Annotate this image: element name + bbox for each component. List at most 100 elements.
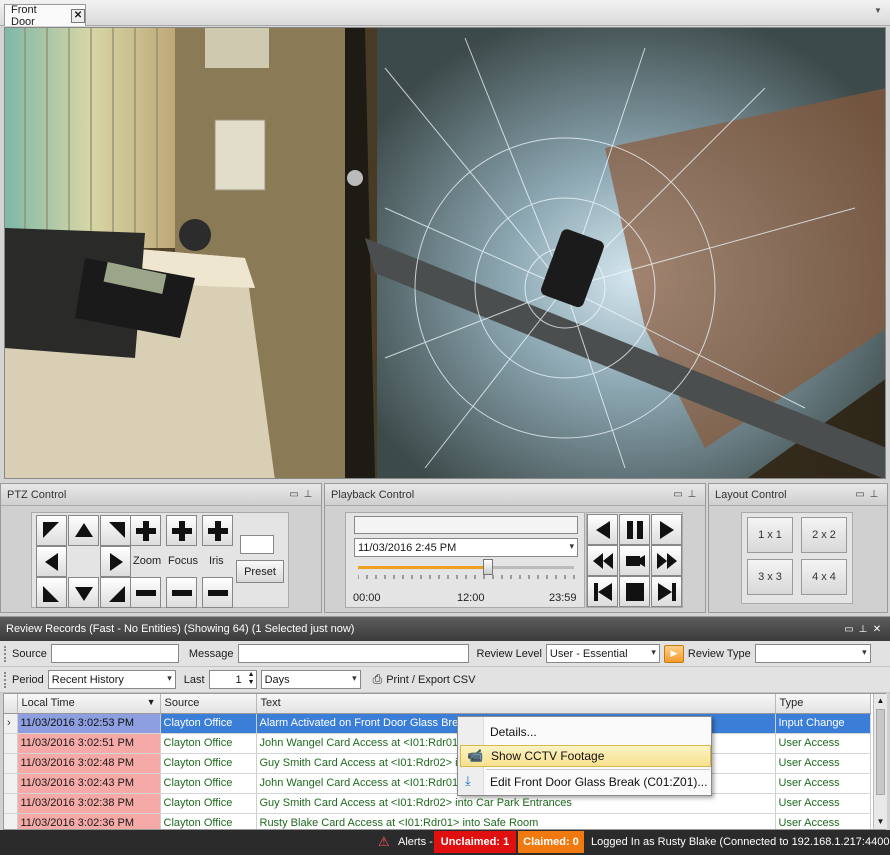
playback-datetime-picker[interactable]: 11/03/2016 2:45 PM xyxy=(354,538,578,557)
review-level-select[interactable]: User - Essential xyxy=(545,644,660,663)
pin-icon[interactable]: ⊥ xyxy=(301,489,315,500)
step-back-button[interactable] xyxy=(587,514,618,545)
iris-close-button[interactable] xyxy=(202,577,233,608)
period-unit-select[interactable]: Days xyxy=(260,670,361,689)
filter-dropdown-icon[interactable]: ▼ xyxy=(147,697,156,707)
maximize-icon[interactable]: ▭ xyxy=(853,489,867,500)
source-label: Source xyxy=(12,647,47,660)
filter-row-1: Source Message Review Level User - Essen… xyxy=(0,641,890,667)
zoom-out-button[interactable] xyxy=(130,577,161,608)
chevron-down-icon[interactable]: ▼ xyxy=(874,6,884,16)
arrow-left-icon xyxy=(44,552,58,571)
menu-item-details[interactable]: Details... xyxy=(458,721,711,743)
preset-button[interactable]: Preset xyxy=(236,560,284,583)
playback-buttons-area xyxy=(586,512,683,608)
pin-icon[interactable]: ⊥ xyxy=(856,624,870,635)
toolbar-grip[interactable] xyxy=(4,671,8,688)
iris-open-button[interactable] xyxy=(202,515,233,546)
review-records-grid: Local Time ▼ Source Text Type › 11/03/201… xyxy=(3,693,886,830)
ptz-panel-header: PTZ Control ▭ ⊥ xyxy=(1,484,321,506)
claimed-alerts-badge[interactable]: Claimed: 0 xyxy=(518,831,584,853)
cell-local-time: 11/03/2016 3:02:43 PM xyxy=(17,773,161,794)
layout-4x4-button[interactable]: 4 x 4 xyxy=(801,559,847,595)
pan-left-button[interactable] xyxy=(36,546,67,577)
play-button[interactable] xyxy=(651,514,682,545)
print-export-button[interactable]: ⎙ Print / Export CSV xyxy=(373,672,476,687)
scroll-down-icon[interactable]: ▼ xyxy=(874,815,887,829)
review-type-select[interactable] xyxy=(754,644,871,663)
pan-down-left-button[interactable] xyxy=(36,577,67,608)
layout-2x2-button[interactable]: 2 x 2 xyxy=(801,517,847,553)
layout-3x3-button[interactable]: 3 x 3 xyxy=(747,559,793,595)
row-indicator xyxy=(4,753,18,774)
menu-item-show-cctv-footage[interactable]: 📹 Show CCTV Footage xyxy=(460,745,711,767)
pin-icon[interactable]: ⊥ xyxy=(685,489,699,500)
last-value-stepper[interactable]: 1 ▲ ▼ xyxy=(208,670,257,689)
pause-button[interactable] xyxy=(619,514,650,545)
zoom-in-button[interactable] xyxy=(130,515,161,546)
stepper-arrows-icon[interactable]: ▲ ▼ xyxy=(248,671,255,687)
camera-video-feed[interactable] xyxy=(4,27,886,479)
period-select[interactable]: Recent History xyxy=(47,670,176,689)
maximize-icon[interactable]: ▭ xyxy=(671,489,685,500)
plus-icon xyxy=(207,520,228,541)
menu-item-label: Show CCTV Footage xyxy=(491,749,605,763)
skip-to-start-button[interactable] xyxy=(587,576,618,607)
timeline-slider-thumb[interactable] xyxy=(482,559,493,575)
menu-item-edit-zone[interactable]: ⤓ Edit Front Door Glass Break (C01:Z01).… xyxy=(458,771,711,793)
close-icon[interactable]: ✕ xyxy=(870,624,884,635)
message-input[interactable] xyxy=(237,644,469,663)
alerts-label: Alerts - xyxy=(398,836,433,848)
close-icon[interactable]: ✕ xyxy=(71,8,85,23)
column-header-type[interactable]: Type xyxy=(775,694,871,714)
skip-to-end-button[interactable] xyxy=(651,576,682,607)
review-level-value: User - Essential xyxy=(549,647,628,660)
stop-button[interactable] xyxy=(619,576,650,607)
scroll-up-icon[interactable]: ▲ xyxy=(874,694,887,708)
table-row[interactable]: 11/03/2016 3:02:51 PM Clayton Office Joh… xyxy=(4,733,871,754)
maximize-icon[interactable]: ▭ xyxy=(842,624,856,635)
rewind-icon xyxy=(592,552,613,569)
pan-down-right-button[interactable] xyxy=(100,577,131,608)
column-header-local-time[interactable]: Local Time ▼ xyxy=(17,694,161,714)
apply-filter-icon[interactable]: ▶ xyxy=(663,644,684,663)
pan-up-left-button[interactable] xyxy=(36,515,67,546)
menu-item-label: Details... xyxy=(490,725,537,739)
preset-button-label: Preset xyxy=(244,565,276,578)
arrow-up-right-icon xyxy=(108,521,125,538)
column-header-source[interactable]: Source xyxy=(160,694,257,714)
tab-front-door[interactable]: Front Door ✕ xyxy=(4,4,86,28)
table-row[interactable]: 11/03/2016 3:02:38 PM Clayton Office Guy… xyxy=(4,793,871,814)
timeline-end-label: 23:59 xyxy=(549,592,577,604)
minus-icon xyxy=(171,589,192,596)
focus-far-button[interactable] xyxy=(166,577,197,608)
tilt-down-button[interactable] xyxy=(68,577,99,608)
ptz-control-panel: PTZ Control ▭ ⊥ Zoom Focus Iris Preset xyxy=(0,483,322,613)
source-input[interactable] xyxy=(50,644,179,663)
fast-forward-button[interactable] xyxy=(651,545,682,576)
unclaimed-alerts-badge[interactable]: Unclaimed: 1 xyxy=(434,831,516,853)
focus-label: Focus xyxy=(168,555,198,567)
rewind-button[interactable] xyxy=(587,545,618,576)
maximize-icon[interactable]: ▭ xyxy=(287,489,301,500)
table-row[interactable]: › 11/03/2016 3:02:53 PM Clayton Office A… xyxy=(4,713,871,734)
preset-number-input[interactable] xyxy=(240,535,274,554)
layout-1x1-button[interactable]: 1 x 1 xyxy=(747,517,793,553)
table-row[interactable]: 11/03/2016 3:02:43 PM Clayton Office Joh… xyxy=(4,773,871,794)
table-row[interactable]: 11/03/2016 3:02:36 PM Clayton Office Rus… xyxy=(4,813,871,829)
live-camera-button[interactable] xyxy=(619,545,650,576)
grid-vertical-scrollbar[interactable]: ▲ ▼ xyxy=(873,694,887,829)
cell-source: Clayton Office xyxy=(160,753,257,774)
row-indicator-header xyxy=(4,694,18,714)
table-row[interactable]: 11/03/2016 3:02:48 PM Clayton Office Guy… xyxy=(4,753,871,774)
toolbar-grip[interactable] xyxy=(4,645,8,662)
column-header-text[interactable]: Text xyxy=(256,694,776,714)
pan-right-button[interactable] xyxy=(100,546,131,577)
tilt-up-button[interactable] xyxy=(68,515,99,546)
column-header-label: Source xyxy=(164,697,200,710)
pan-up-right-button[interactable] xyxy=(100,515,131,546)
focus-near-button[interactable] xyxy=(166,515,197,546)
review-level-label: Review Level xyxy=(476,647,542,660)
pin-icon[interactable]: ⊥ xyxy=(867,489,881,500)
scrollbar-thumb[interactable] xyxy=(876,709,885,795)
